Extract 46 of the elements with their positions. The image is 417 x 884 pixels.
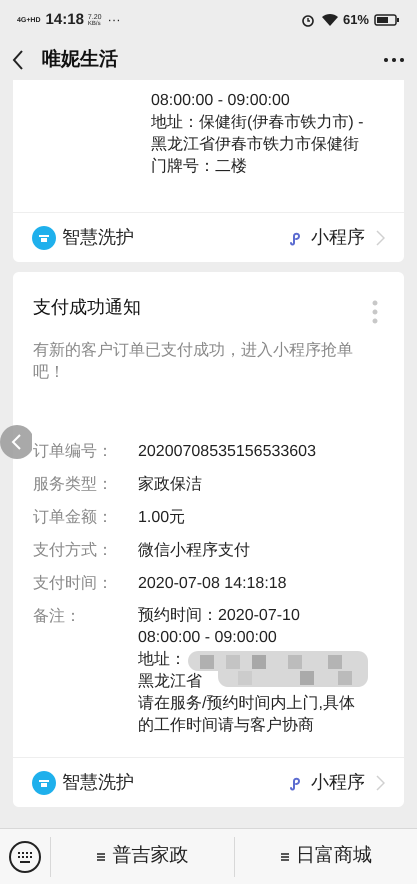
field-label: 服务类型： [33,474,114,495]
more-status: ··· [108,11,121,30]
more-icon[interactable] [383,57,405,63]
field-label: 支付方式： [33,540,114,561]
remark-line: 08:00:00 - 09:00:00 [138,628,278,648]
app-logo-icon [32,770,56,794]
battery-icon [374,14,400,26]
field-label: 备注： [33,606,82,627]
remark-line: 预约时间：2020-07-10 [138,606,301,626]
keyboard-icon[interactable] [8,840,42,874]
remark-line: 08:00:00 - 09:00:00 [151,91,291,111]
app-logo-icon [32,226,56,250]
field-value: 20200708535156533603 [138,442,316,462]
field-label: 支付时间： [33,574,114,594]
remark-line: 地址： [138,650,187,670]
remark-line: 地址：保健街(伊春市铁力市) - [151,112,364,133]
message-title: 支付成功通知 [33,296,141,319]
menu-button[interactable]: 日富商城 [280,842,372,871]
field-value: 1.00元 [138,508,186,528]
battery-percent: 61% [342,11,369,30]
menu-icon [96,852,106,862]
back-icon[interactable] [12,50,24,70]
mini-program-link[interactable]: 小程序 [311,769,365,796]
field-label: 订单金额： [33,508,114,528]
remark-line: 的工作时间请与客户协商 [138,716,315,736]
floating-back-handle-icon[interactable] [0,425,32,459]
chat-title: 唯妮生活 [42,48,118,72]
message-description: 有新的客户订单已支付成功，进入小程序抢单吧！ [33,340,354,383]
chevron-right-icon [375,230,385,246]
field-value: 2020-07-08 14:18:18 [138,574,287,594]
field-label: 订单编号： [33,442,114,462]
menu-icon [280,852,290,862]
alarm-icon [300,13,315,27]
remark-line: 黑龙江省 [138,672,203,692]
field-value: 家政保洁 [138,474,202,495]
clock: 14:18 [46,10,84,30]
app-name: 智慧洗护 [62,771,134,794]
remark-line: 黑龙江省伊春市铁力市保健街 [151,134,360,155]
remark-line: 请在服务/预约时间内上门,具体 [138,694,355,714]
menu-button[interactable]: 普吉家政 [96,842,188,871]
field-value: 微信小程序支付 [138,540,250,561]
wifi-icon [320,13,339,27]
chevron-right-icon [375,774,385,790]
mini-program-link[interactable]: 小程序 [311,224,365,251]
app-name: 智慧洗护 [62,226,134,249]
remark-line: 门牌号：二楼 [151,156,248,177]
